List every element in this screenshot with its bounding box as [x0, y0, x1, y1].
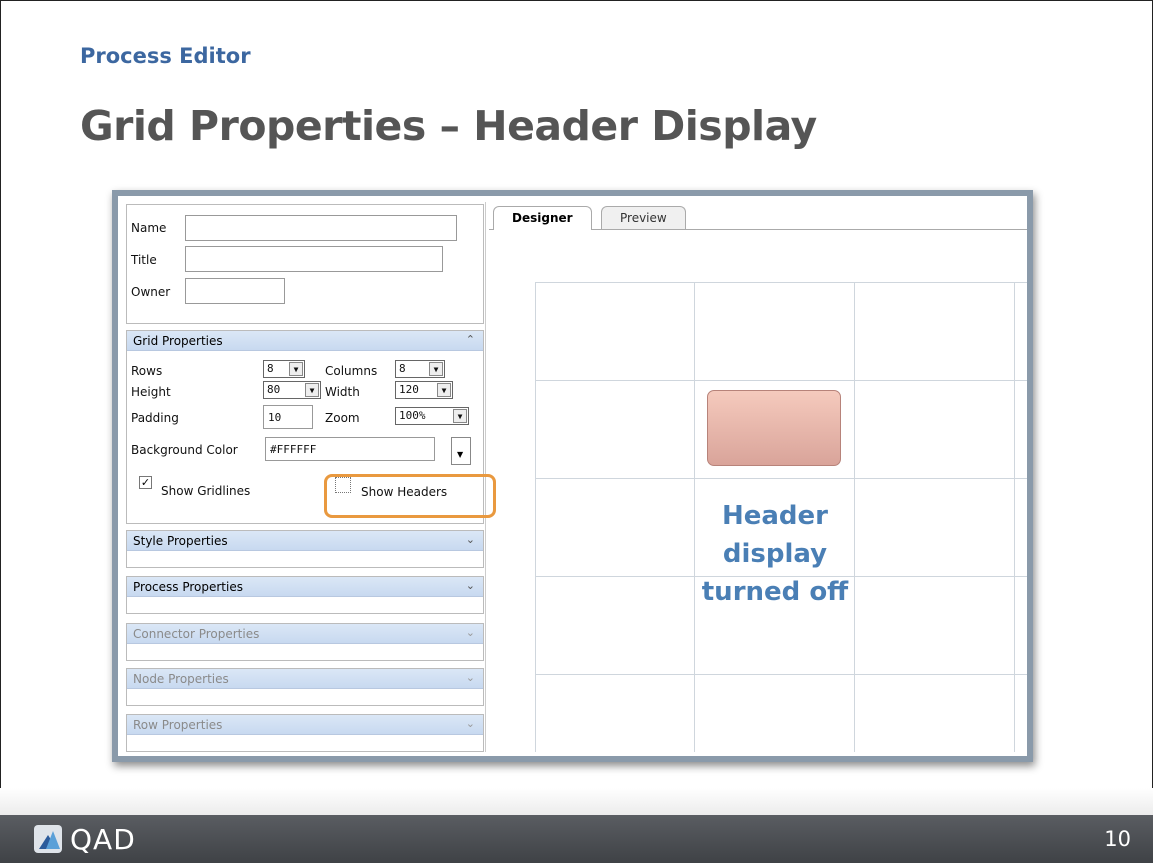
height-value: 80 [267, 383, 281, 396]
page-number: 10 [1104, 827, 1131, 851]
process-properties-header[interactable]: Process Properties ⌄ [127, 577, 483, 597]
slide-footer: QAD 10 [0, 815, 1153, 863]
width-label: Width [325, 385, 360, 399]
width-select[interactable]: 120 ▼ [395, 381, 453, 399]
dropdown-arrow-icon[interactable]: ▼ [429, 362, 443, 376]
brand-name: QAD [70, 823, 136, 856]
width-value: 120 [399, 383, 419, 396]
designer-grid[interactable]: Header display turned off [535, 282, 1027, 752]
grid-line [535, 282, 1027, 283]
dropdown-arrow-icon[interactable]: ▼ [437, 383, 451, 397]
name-label: Name [131, 221, 167, 235]
zoom-label: Zoom [325, 411, 360, 425]
show-gridlines-label: Show Gridlines [161, 484, 251, 498]
chevron-down-icon: ⌄ [465, 717, 475, 730]
background-color-input[interactable]: #FFFFFF [265, 437, 435, 461]
rows-label: Rows [131, 364, 163, 378]
process-properties-title: Process Properties [133, 580, 243, 594]
tab-preview[interactable]: Preview [601, 206, 686, 230]
grid-properties-title: Grid Properties [133, 334, 223, 348]
grid-properties-header[interactable]: Grid Properties ⌃ [127, 331, 483, 351]
grid-line [535, 282, 536, 752]
title-label: Title [131, 253, 157, 267]
dropdown-arrow-icon[interactable]: ▼ [453, 409, 467, 423]
callout-line-2: display [722, 539, 828, 569]
columns-label: Columns [325, 364, 378, 378]
show-gridlines-checkbox[interactable]: ✓ [139, 476, 152, 489]
zoom-value: 100% [399, 409, 426, 422]
show-headers-highlight [324, 474, 496, 518]
color-picker-button[interactable]: ▼ [451, 437, 471, 465]
title-input[interactable] [185, 246, 443, 272]
qad-logo-icon [34, 825, 62, 853]
callout-text: Header display turned off [660, 497, 890, 611]
screenshot-frame: Name Title Owner Grid Properties ⌃ Rows … [112, 190, 1033, 762]
designer-pane: Designer Preview Header display turned o… [489, 202, 1027, 752]
slide-kicker: Process Editor [80, 44, 251, 68]
connector-properties-header: Connector Properties ⌄ [127, 624, 483, 644]
grid-line [535, 380, 1027, 381]
row-properties-title: Row Properties [133, 718, 223, 732]
callout-line-1: Header [721, 501, 828, 531]
style-properties-header[interactable]: Style Properties ⌄ [127, 531, 483, 551]
slide-title: Grid Properties – Header Display [80, 102, 817, 150]
connector-properties-title: Connector Properties [133, 627, 260, 641]
style-properties-title: Style Properties [133, 534, 228, 548]
chevron-down-icon: ⌄ [465, 671, 475, 684]
zoom-select[interactable]: 100% ▼ [395, 407, 469, 425]
dropdown-arrow-icon[interactable]: ▼ [305, 383, 319, 397]
background-color-label: Background Color [131, 443, 238, 457]
owner-input[interactable] [185, 278, 285, 304]
tab-designer[interactable]: Designer [493, 206, 592, 230]
node-properties-title: Node Properties [133, 672, 229, 686]
owner-label: Owner [131, 285, 171, 299]
height-label: Height [131, 385, 171, 399]
columns-select[interactable]: 8 ▼ [395, 360, 445, 378]
process-node[interactable] [707, 390, 841, 466]
dropdown-arrow-icon[interactable]: ▼ [289, 362, 303, 376]
node-properties-panel: Node Properties ⌄ [126, 668, 484, 706]
callout-line-3: turned off [701, 577, 849, 607]
padding-input[interactable]: 10 [263, 405, 313, 429]
process-properties-panel: Process Properties ⌄ [126, 576, 484, 614]
basic-fields-block: Name Title Owner [126, 204, 484, 324]
chevron-down-icon[interactable]: ⌄ [466, 533, 475, 546]
connector-properties-panel: Connector Properties ⌄ [126, 623, 484, 661]
style-properties-panel: Style Properties ⌄ [126, 530, 484, 568]
chevron-down-icon[interactable]: ⌄ [466, 579, 475, 592]
chevron-up-icon[interactable]: ⌃ [466, 333, 475, 346]
row-properties-header: Row Properties ⌄ [127, 715, 483, 735]
grid-line [535, 674, 1027, 675]
row-properties-panel: Row Properties ⌄ [126, 714, 484, 752]
rows-value: 8 [267, 362, 274, 375]
columns-value: 8 [399, 362, 406, 375]
footer-gradient [0, 788, 1153, 815]
node-properties-header: Node Properties ⌄ [127, 669, 483, 689]
properties-pane: Name Title Owner Grid Properties ⌃ Rows … [124, 202, 496, 752]
padding-label: Padding [131, 411, 179, 425]
grid-line [535, 478, 1027, 479]
chevron-down-icon: ▼ [457, 450, 464, 459]
rows-select[interactable]: 8 ▼ [263, 360, 305, 378]
height-select[interactable]: 80 ▼ [263, 381, 321, 399]
chevron-down-icon: ⌄ [465, 626, 475, 639]
name-input[interactable] [185, 215, 457, 241]
grid-line [1014, 282, 1015, 752]
